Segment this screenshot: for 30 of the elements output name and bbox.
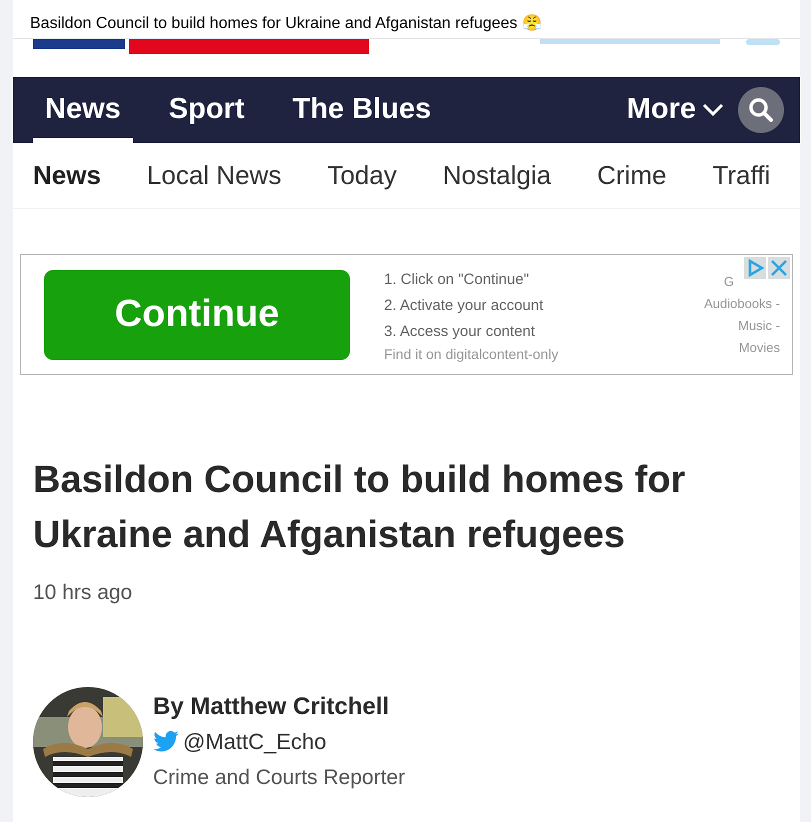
timestamp: 10 hrs ago [33,580,134,606]
author-handle-link[interactable]: @MattC_Echo [183,725,326,758]
nav-tab[interactable]: News [33,77,133,143]
subnav-link[interactable]: Traffi [712,156,770,195]
ad-step: 1. Click on "Continue" [384,266,558,292]
nav-tab[interactable]: The Blues [280,77,444,143]
subnav-link[interactable]: Today [327,156,397,195]
ad-side-text: G [722,272,734,290]
ad-side-text: Audiobooks - [704,294,780,312]
nav-tab[interactable]: Sport [156,77,256,143]
more-menu-button[interactable]: More [620,77,730,143]
subnav-link[interactable]: Nostalgia [442,156,552,195]
search-icon [748,97,774,123]
ad-step: 2. Activate your account [384,292,558,318]
author-role: Crime and Courts Reporter [153,765,406,792]
search-button[interactable] [738,87,784,133]
subnav-link[interactable]: Local News [146,156,282,195]
bird-icon [153,731,179,752]
author-name: By Matthew Critchell [153,692,390,722]
ad-side-text: Movies [738,338,780,356]
ad-note: Find it on digitalcontent-only [384,344,558,362]
chevron-icon [702,103,724,117]
close-icon[interactable] [768,257,790,279]
ad-step: 3. Access your content [384,318,558,344]
headline: Basildon Council to build homes for Ukraine and Afganistan refugees [33,458,686,558]
subnav-link[interactable]: Crime [597,156,666,195]
subnav-link[interactable]: News [33,156,101,195]
post-text: Basildon Council to build homes for Ukraine and Afganistan refugees 😤 [29,13,543,34]
ad-side-text: Music - [737,316,780,334]
play-icon[interactable] [744,257,766,279]
